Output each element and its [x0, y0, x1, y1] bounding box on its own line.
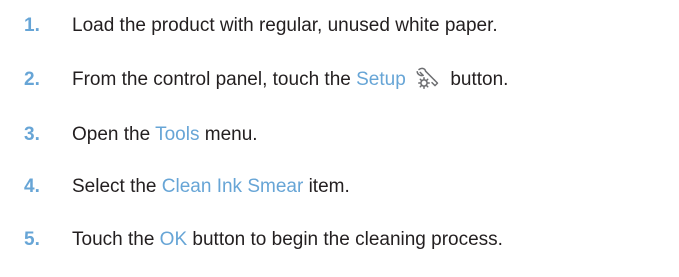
step-text-after: button to begin the cleaning process. [187, 229, 503, 250]
setup-term: Setup [356, 69, 406, 90]
step-text-before: From the control panel, touch the [72, 69, 357, 90]
instruction-steps: 1. Load the product with regular, unused… [0, 0, 679, 277]
step-text: Open the Tools menu. [72, 120, 258, 150]
step-number: 4. [24, 176, 40, 197]
step-text-before: Select the [72, 176, 162, 197]
step-number: 1. [24, 15, 40, 36]
step-text: Load the product with regular, unused wh… [72, 15, 498, 36]
step-text: From the control panel, touch the Setup … [72, 65, 508, 95]
step-text-after: item. [303, 176, 350, 197]
step-text-after: button. [445, 69, 509, 90]
step-text: Touch the OK button to begin the cleanin… [72, 225, 503, 255]
setup-wrench-gear-icon [415, 66, 441, 90]
clean-ink-smear-term: Clean Ink Smear [161, 176, 304, 197]
step-text-after: menu. [199, 124, 258, 145]
tools-term: Tools [155, 124, 200, 145]
ok-term: OK [159, 229, 188, 250]
step-text-before: Open the [72, 124, 156, 145]
step-number: 3. [24, 124, 40, 145]
step-number: 5. [24, 229, 40, 250]
step-text: Select the Clean Ink Smear item. [72, 172, 350, 202]
step-number: 2. [24, 69, 40, 90]
step-text-before: Touch the [72, 229, 160, 250]
